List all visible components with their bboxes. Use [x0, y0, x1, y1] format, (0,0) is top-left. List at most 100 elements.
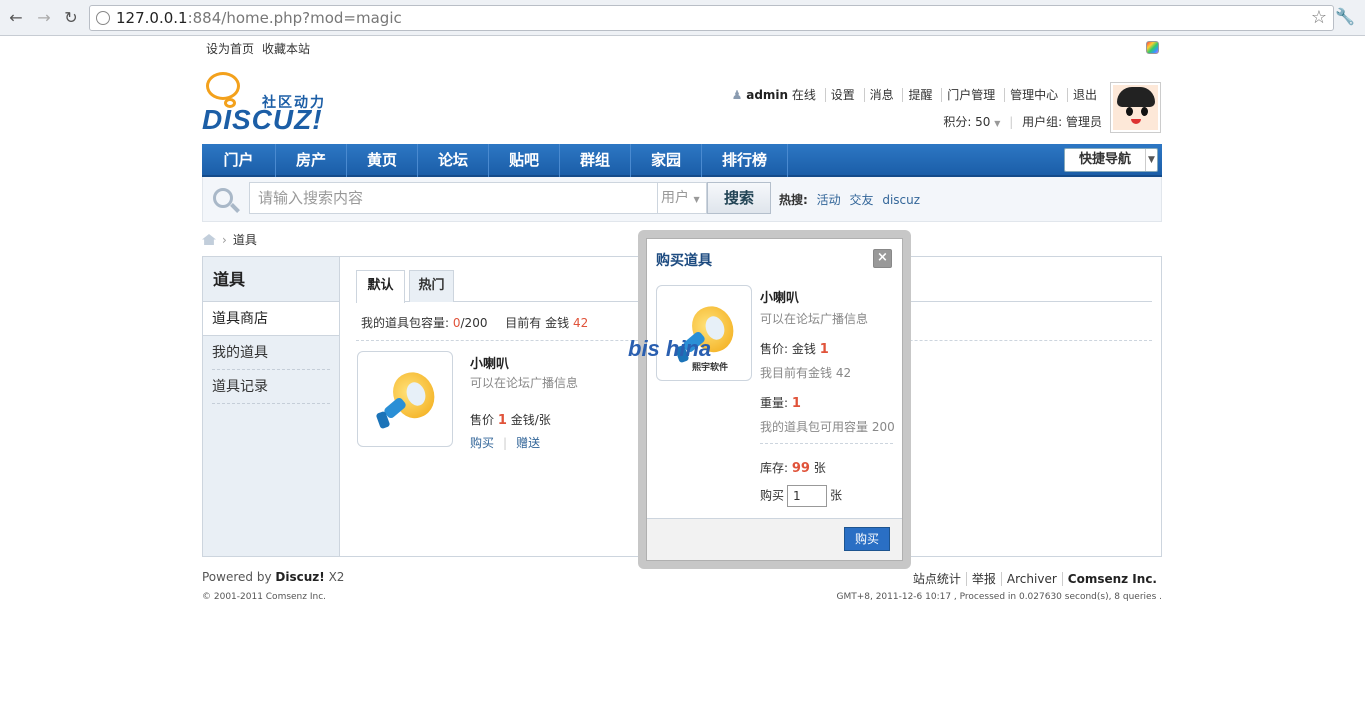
sidebar-item-log[interactable]: 道具记录 — [212, 370, 330, 404]
dialog-item-price: 售价: 金钱 1 — [760, 342, 829, 357]
item-price: 售价 1 金钱/张 — [470, 413, 551, 428]
item-name: 小喇叭 — [470, 357, 510, 372]
hot-keyword[interactable]: 交友 — [849, 193, 873, 207]
notices-link[interactable]: 提醒 — [902, 88, 938, 102]
sidebar: 道具 道具商店 我的道具 道具记录 — [203, 257, 340, 556]
back-icon[interactable]: ← — [6, 8, 26, 28]
watermark-sub: 熙宇软件 — [692, 363, 729, 373]
discuz-link[interactable]: Discuz! — [275, 570, 324, 584]
nav-yellowpages[interactable]: 黄页 — [347, 144, 418, 177]
dialog-footer: 购买 — [647, 518, 902, 560]
logo-brand: DISCUZ! — [202, 104, 323, 135]
dialog-item-name: 小喇叭 — [760, 291, 800, 306]
dialog-item-desc: 可以在论坛广播信息 — [760, 312, 869, 326]
user-icon: ♟ — [731, 88, 743, 102]
nav-realestate[interactable]: 房产 — [276, 144, 347, 177]
messages-link[interactable]: 消息 — [863, 88, 899, 102]
capacity-info: 我的道具包容量: 0/200 目前有 金钱 42 — [361, 316, 589, 330]
watermark: bis hina 熙宇软件 — [628, 336, 748, 376]
hot-keyword[interactable]: 活动 — [817, 193, 841, 207]
wrench-icon[interactable]: 🔧 — [1335, 7, 1355, 26]
dialog-stock: 库存: 99 张 — [760, 461, 826, 476]
address-bar[interactable]: 127.0.0.1:884/home.php?mod=magic ☆ — [89, 5, 1334, 31]
megaphone-icon — [374, 366, 441, 432]
points-chevron-icon: ▼ — [994, 119, 1001, 128]
points-menu[interactable]: 积分: 50 ▼ — [943, 115, 1000, 129]
nav-forum[interactable]: 论坛 — [418, 144, 489, 177]
stats-link[interactable]: 站点统计 — [908, 572, 966, 586]
item-thumbnail[interactable] — [357, 351, 453, 447]
bookmark-site-link[interactable]: 收藏本站 — [262, 42, 310, 56]
powered-by: Powered by Discuz! X2 — [202, 570, 345, 584]
page-icon — [96, 11, 110, 25]
buy-item-dialog: 购买道具 × 小喇叭 可以在论坛广播信息 售价: 金钱 1 我目前有金钱 42 … — [638, 230, 911, 569]
style-switch-icon[interactable] — [1146, 41, 1159, 54]
forward-icon[interactable]: → — [34, 8, 54, 28]
sidebar-item-shop[interactable]: 道具商店 — [203, 302, 339, 336]
reload-icon[interactable]: ↻ — [61, 8, 81, 28]
site-logo[interactable]: 社区动力 DISCUZ! — [202, 70, 342, 138]
hot-label: 热搜: — [779, 193, 808, 207]
dialog-item-weight: 重量: 1 — [760, 396, 801, 411]
browser-toolbar: ← → ↻ 127.0.0.1:884/home.php?mod=magic ☆… — [0, 0, 1365, 36]
settings-link[interactable]: 设置 — [824, 88, 860, 102]
quantity-input[interactable]: 1 — [787, 485, 828, 507]
dialog-capacity: 我的道具包可用容量 200 — [760, 420, 895, 434]
breadcrumb-current[interactable]: 道具 — [233, 233, 257, 247]
watermark-text: bis hina — [628, 336, 712, 361]
gift-link[interactable]: 赠送 — [516, 436, 540, 450]
online-status: 在线 — [791, 88, 816, 102]
url-text: 127.0.0.1:884/home.php?mod=magic — [116, 9, 402, 27]
portal-admin-link[interactable]: 门户管理 — [941, 88, 1001, 102]
sidebar-title: 道具 — [203, 257, 339, 302]
user-meta: 积分: 50 ▼ | 用户组: 管理员 — [943, 115, 1102, 129]
hot-searches: 热搜: 活动 交友 discuz — [779, 191, 920, 208]
set-homepage-link[interactable]: 设为首页 — [206, 42, 254, 56]
buy-button[interactable]: 购买 — [844, 527, 890, 551]
logo-bubble-icon — [206, 72, 240, 100]
nav-tieba[interactable]: 贴吧 — [489, 144, 560, 177]
search-bar: 请输入搜索内容 用户 ▼ 搜索 热搜: 活动 交友 discuz — [202, 177, 1162, 222]
nav-ranking[interactable]: 排行榜 — [702, 144, 788, 177]
search-input[interactable]: 请输入搜索内容 — [249, 182, 658, 214]
bookmark-star-icon[interactable]: ☆ — [1311, 7, 1327, 28]
quick-nav-button[interactable]: 快捷导航 ▼ — [1064, 148, 1158, 172]
comsenz-link[interactable]: Comsenz Inc. — [1061, 572, 1162, 586]
dialog-title: 购买道具 — [656, 253, 712, 269]
user-status: ♟ admin 在线 — [727, 88, 821, 102]
tab-hot[interactable]: 热门 — [409, 270, 454, 302]
search-button[interactable]: 搜索 — [707, 182, 771, 214]
search-icon — [211, 186, 241, 216]
nav-groups[interactable]: 群组 — [560, 144, 631, 177]
top-links: 设为首页 收藏本站 — [206, 40, 318, 57]
chevron-down-icon: ▼ — [693, 195, 700, 204]
report-link[interactable]: 举报 — [965, 572, 1001, 586]
quick-nav-label: 快捷导航 — [1079, 152, 1132, 167]
user-links: ♟ admin 在线 设置 消息 提醒 门户管理 管理中心 退出 — [727, 86, 1102, 103]
admin-center-link[interactable]: 管理中心 — [1004, 88, 1064, 102]
dialog-my-money: 我目前有金钱 42 — [760, 366, 852, 380]
nav-portal[interactable]: 门户 — [202, 144, 276, 177]
copyright: © 2001-2011 Comsenz Inc. — [202, 592, 327, 602]
logout-link[interactable]: 退出 — [1066, 88, 1102, 102]
search-type-select[interactable]: 用户 ▼ — [658, 182, 707, 214]
nav-home[interactable]: 家园 — [631, 144, 702, 177]
home-icon[interactable] — [202, 234, 216, 245]
hot-keyword[interactable]: discuz — [882, 193, 920, 207]
tab-default[interactable]: 默认 — [356, 270, 405, 303]
username-link[interactable]: admin — [746, 88, 788, 102]
buy-link[interactable]: 购买 — [470, 436, 494, 450]
footer-stats: GMT+8, 2011-12-6 10:17 , Processed in 0.… — [836, 592, 1162, 602]
usergroup-link[interactable]: 用户组: 管理员 — [1022, 115, 1102, 129]
close-icon[interactable]: × — [873, 249, 892, 268]
divider — [760, 443, 893, 444]
chevron-down-icon: ▼ — [1145, 149, 1157, 171]
breadcrumb: › 道具 — [202, 231, 257, 248]
item-desc: 可以在论坛广播信息 — [470, 376, 579, 390]
footer-links: 站点统计 举报 Archiver Comsenz Inc. — [908, 570, 1162, 587]
archiver-link[interactable]: Archiver — [1000, 572, 1062, 586]
avatar[interactable] — [1110, 82, 1161, 133]
sidebar-item-my-items[interactable]: 我的道具 — [212, 336, 330, 370]
dialog-quantity: 购买 1 张 — [760, 485, 842, 507]
main-nav: 门户 房产 黄页 论坛 贴吧 群组 家园 排行榜 快捷导航 ▼ — [202, 144, 1162, 177]
